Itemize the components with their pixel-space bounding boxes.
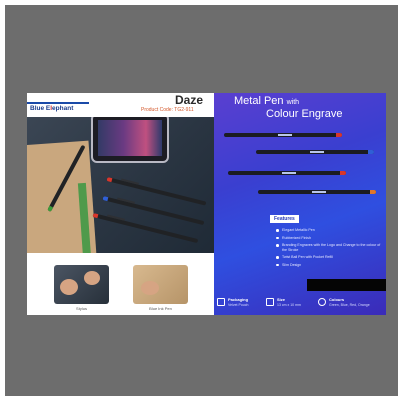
- spec-title: Size: [277, 297, 286, 302]
- engraved-logo: [312, 191, 327, 193]
- spec-value: Green, Blue, Red, Orange: [329, 303, 370, 307]
- features-list: Elegant Metallic Pen Rubberized Finish B…: [276, 228, 384, 271]
- engraved-logo: [310, 151, 325, 153]
- thumbnail-blue-ink-pen: [133, 265, 188, 304]
- smartphone: [91, 117, 169, 163]
- list-item: Twist Ball Pen with Pocket Refill: [276, 255, 384, 260]
- pen-tip: [368, 150, 374, 154]
- brand-logo: Blue Elephant: [30, 105, 73, 112]
- thumbnail-stylus: [54, 265, 109, 304]
- header-bar: Blue Elephant Daze Product Code: TG2-911: [27, 93, 214, 117]
- product-name: Daze: [175, 93, 204, 107]
- product-card: Blue Elephant Daze Product Code: TG2-911…: [27, 93, 386, 315]
- spec-value: Velvet Pouch: [228, 303, 249, 307]
- palette-icon: [318, 298, 326, 306]
- pen-tip: [340, 171, 346, 175]
- hand-image: [60, 279, 78, 295]
- list-item: Elegant Metallic Pen: [276, 228, 384, 233]
- pen-tip: [102, 196, 109, 202]
- product-code: Product Code: TG2-911: [141, 107, 194, 113]
- pen-tip: [106, 177, 113, 183]
- product-pen-red: [224, 133, 342, 137]
- brand-text-part1: Blue E: [30, 105, 51, 112]
- box-icon: [217, 298, 225, 306]
- features-heading: Features: [270, 215, 299, 223]
- pen-clip: [117, 197, 136, 204]
- title-line-1: Metal Pen with: [234, 95, 299, 107]
- hand-image: [141, 281, 159, 295]
- pen-clip: [107, 214, 126, 221]
- spec-value: 13 cm x 10 mm: [277, 303, 301, 307]
- title-small: with: [286, 99, 300, 106]
- list-item: Rubberized Finish: [276, 236, 384, 241]
- product-photo: [27, 117, 214, 253]
- product-pen-red-2: [228, 171, 346, 175]
- thumbnail-label: Stylus: [76, 306, 87, 311]
- spec-row: Packaging Velvet Pouch Size 13 cm x 10 m…: [214, 295, 386, 315]
- title-line-2: Colour Engrave: [266, 108, 343, 120]
- thumbnail-label: Blue Ink Pen: [149, 306, 172, 311]
- left-panel: Blue Elephant Daze Product Code: TG2-911…: [27, 93, 214, 315]
- brand-text-part3: ephant: [52, 105, 74, 112]
- hand-image: [84, 271, 100, 285]
- brand-underline: [27, 102, 89, 104]
- list-item: Slim Design: [276, 263, 384, 268]
- right-panel: Metal Pen with Colour Engrave Features E…: [214, 93, 386, 315]
- black-strip: [307, 279, 386, 291]
- pen-clip: [121, 178, 140, 185]
- ruler-icon: [266, 298, 274, 306]
- spec-title: Colours: [329, 297, 345, 302]
- pen-tip: [370, 190, 376, 194]
- engraved-logo: [282, 172, 297, 174]
- feature-thumbnails: Stylus Blue Ink Pen: [27, 253, 214, 315]
- title-main: Metal Pen: [234, 95, 284, 107]
- product-pen-blue: [256, 150, 374, 154]
- spec-title: Packaging: [228, 297, 249, 302]
- product-pen-orange: [258, 190, 376, 194]
- engraved-logo: [278, 134, 293, 136]
- phone-screen: [98, 120, 162, 156]
- list-item: Branding Engraves with the Logo and Chan…: [276, 243, 384, 252]
- pen-tip: [92, 213, 99, 219]
- pen-tip: [336, 133, 342, 137]
